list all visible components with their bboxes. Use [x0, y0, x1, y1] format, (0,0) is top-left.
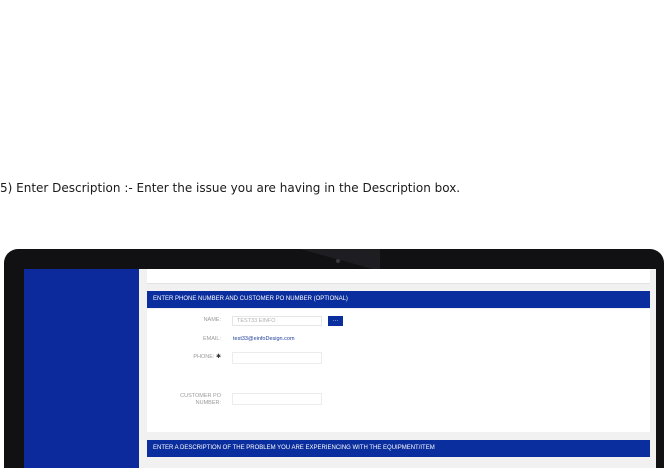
description-section-header: ENTER A DESCRIPTION OF THE PROBLEM YOU A… — [147, 440, 650, 457]
laptop-screen: ENTER PHONE NUMBER AND CUSTOMER PO NUMBE… — [24, 269, 656, 468]
phone-label-text: PHONE: — [193, 354, 215, 360]
phone-label: PHONE: ✱ — [157, 354, 221, 361]
bezel-glare — [300, 249, 380, 271]
name-lookup-button[interactable]: ··· — [328, 316, 343, 326]
customer-po-label: CUSTOMER PO NUMBER: — [157, 393, 221, 407]
required-asterisk-icon: ✱ — [215, 354, 221, 360]
customer-po-input[interactable] — [232, 393, 322, 405]
name-field[interactable]: TEST33 EINFO — [232, 316, 322, 326]
main-content: ENTER PHONE NUMBER AND CUSTOMER PO NUMBE… — [139, 269, 656, 468]
previous-section-strip — [147, 269, 650, 284]
name-label: NAME: — [203, 317, 221, 323]
phone-section-header: ENTER PHONE NUMBER AND CUSTOMER PO NUMBE… — [147, 291, 650, 308]
phone-section-panel: NAME: TEST33 EINFO ··· EMAIL: test33@ein… — [147, 309, 650, 432]
laptop-frame: ENTER PHONE NUMBER AND CUSTOMER PO NUMBE… — [4, 249, 664, 468]
email-value: test33@einfoDesign.com — [233, 336, 295, 342]
customer-po-label-line1: CUSTOMER PO — [180, 393, 221, 399]
customer-po-label-line2: NUMBER: — [195, 400, 221, 406]
webcam-icon — [336, 259, 340, 263]
instruction-caption: 5) Enter Description :- Enter the issue … — [0, 181, 461, 195]
sidebar — [24, 269, 139, 468]
email-label: EMAIL: — [202, 336, 221, 342]
phone-input[interactable] — [232, 352, 322, 364]
